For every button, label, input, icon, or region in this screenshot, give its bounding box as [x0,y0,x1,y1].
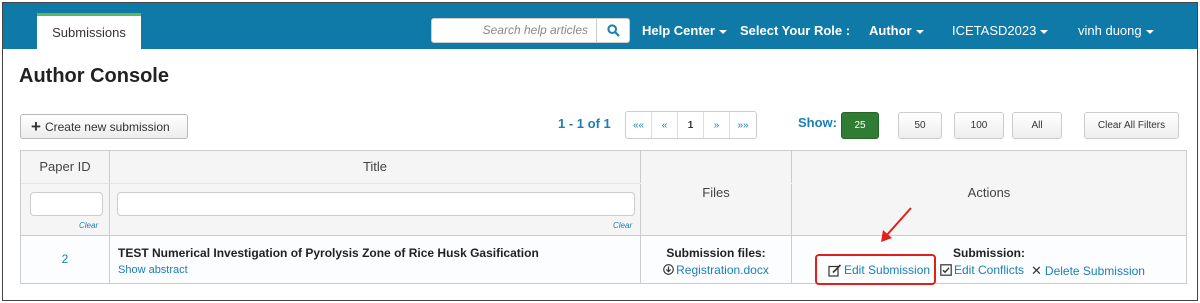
delete-submission-label: Delete Submission [1044,264,1145,278]
file-download-link[interactable]: Registration.docx [641,263,791,277]
user-name: vinh duong [1078,23,1142,38]
paper-id-filter-input[interactable] [30,192,103,216]
caret-down-icon [915,29,924,34]
column-header-actions: Actions [967,185,1011,200]
submissions-table: Paper ID Title Files Actions Clear Clear… [20,150,1187,284]
app-frame: Submissions Search help articles Help Ce… [2,2,1198,301]
first-page-button[interactable]: «« [626,112,652,138]
column-header-title[interactable]: Title [110,159,640,174]
create-submission-label: Create new submission [44,119,170,134]
role-label: Select Your Role : [740,23,851,38]
edit-conflicts-link[interactable]: Edit Conflicts [940,263,1024,277]
create-submission-button[interactable]: + Create new submission [20,114,188,139]
column-divider [109,236,110,283]
page-size-25-button[interactable]: 25 [841,112,879,139]
last-page-button[interactable]: »» [730,112,756,138]
result-range: 1 - 1 of 1 [558,116,611,131]
conference-menu[interactable]: ICETASD2023 [952,18,1049,43]
page-1-button[interactable]: 1 [678,112,704,138]
submission-files-label: Submission files: [666,246,766,260]
tab-submissions[interactable]: Submissions [37,13,141,49]
show-label: Show: [798,115,837,130]
title-filter-input[interactable] [117,192,635,216]
conference-name: ICETASD2023 [952,23,1037,38]
next-page-button[interactable]: » [704,112,730,138]
page-size-all-button[interactable]: All [1012,112,1062,139]
top-navbar: Submissions Search help articles Help Ce… [3,3,1197,49]
delete-submission-link[interactable]: ✕ Delete Submission [1031,263,1145,279]
role-menu[interactable]: Author [869,18,924,43]
caret-down-icon [718,29,727,34]
column-header-files: Files [702,185,730,200]
show-abstract-link[interactable]: Show abstract [118,264,188,276]
paper-title: TEST Numerical Investigation of Pyrolysi… [118,246,539,260]
help-center-menu[interactable]: Help Center [642,18,727,43]
checkbox-icon [940,264,952,276]
caret-down-icon [1145,29,1154,34]
annotation-highlight-box [815,254,936,285]
search-input[interactable]: Search help articles [431,18,597,43]
page-size-100-button[interactable]: 100 [954,112,1004,139]
caret-down-icon [1040,29,1049,34]
prev-page-button[interactable]: « [652,112,678,138]
plus-icon: + [31,117,41,136]
help-center-label: Help Center [642,23,715,38]
page-size-50-button[interactable]: 50 [898,112,942,139]
search-button[interactable] [597,18,630,43]
close-icon: ✕ [1031,263,1042,278]
user-menu[interactable]: vinh duong [1078,18,1154,43]
clear-all-filters-button[interactable]: Clear All Filters [1084,112,1179,139]
edit-conflicts-label: Edit Conflicts [954,263,1025,277]
paper-id-clear-link[interactable]: Clear [79,221,98,230]
page-title: Author Console [19,65,169,87]
file-name: Registration.docx [676,263,769,277]
pagination: «« « 1 » »» [625,111,757,139]
title-clear-link[interactable]: Clear [613,221,632,230]
paper-id-link[interactable]: 2 [21,252,109,266]
header-divider-mask [640,183,1186,184]
role-value: Author [869,23,912,38]
column-header-paper-id[interactable]: Paper ID [21,159,109,174]
search-icon [606,24,620,37]
download-icon [663,264,674,275]
